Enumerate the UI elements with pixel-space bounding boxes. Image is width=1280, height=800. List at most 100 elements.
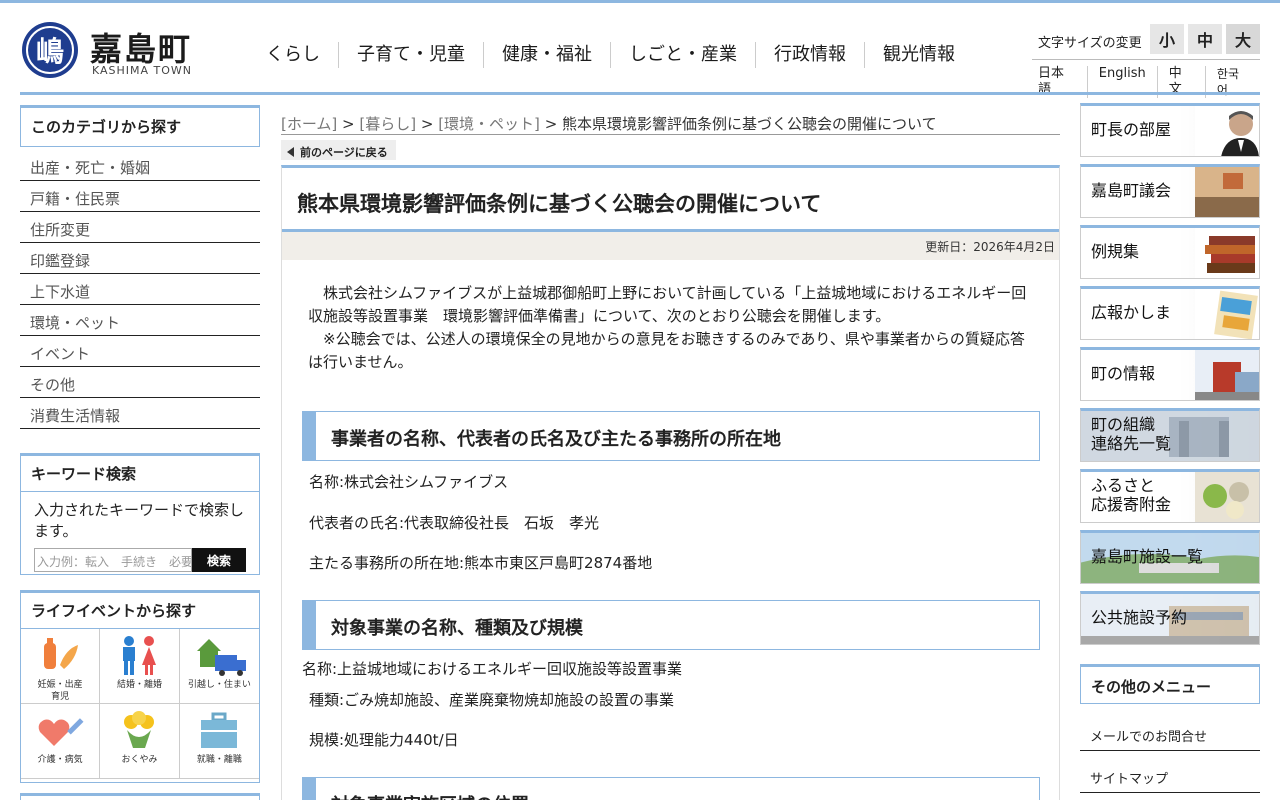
nav-kanko[interactable]: 観光情報 xyxy=(865,42,973,68)
banner-label: 嘉島町施設一覧 xyxy=(1091,547,1204,566)
category-item[interactable]: 印鑑登録 xyxy=(20,243,260,274)
life-event-care[interactable]: 介護・病気 xyxy=(21,704,101,779)
keyword-description: 入力されたキーワードで検索します。 xyxy=(21,491,259,548)
section-heading: 対象事業実施区域の位置 xyxy=(302,777,1040,800)
font-size-medium-button[interactable]: 中 xyxy=(1188,24,1222,54)
banner-organization[interactable]: 町の組織 連絡先一覧 xyxy=(1080,408,1260,462)
keyword-input[interactable]: 入力例：転入 手続き 必要なもの xyxy=(34,548,192,572)
breadcrumb-sep: > xyxy=(416,115,439,133)
business-name: 名称:株式会社シムファイブス xyxy=(309,473,509,491)
banner-regulations[interactable]: 例規集 xyxy=(1080,225,1260,279)
town-building-icon xyxy=(1195,350,1259,400)
nav-kenko[interactable]: 健康・福祉 xyxy=(484,42,611,68)
section-heading: 対象事業の名称、種類及び規模 xyxy=(302,600,1040,650)
banner-label: ふるさと 応援寄附金 xyxy=(1091,476,1172,514)
category-item[interactable]: 住所変更 xyxy=(20,212,260,243)
nav-shigoto[interactable]: しごと・産業 xyxy=(611,42,756,68)
nav-kurashi[interactable]: くらし xyxy=(248,42,339,68)
life-event-pregnancy[interactable]: 妊娠・出産 育児 xyxy=(21,629,101,704)
banner-label: 広報かしま xyxy=(1091,303,1172,322)
project-scale: 規模:処理能力440t/日 xyxy=(309,731,459,749)
banner-label: 嘉島町議会 xyxy=(1091,181,1172,200)
food-gift-icon xyxy=(1195,472,1259,522)
mayor-portrait-icon xyxy=(1195,106,1259,156)
banner-mayor[interactable]: 町長の部屋 xyxy=(1080,103,1260,157)
life-event-label: 介護・病気 xyxy=(37,755,83,765)
site-subtitle: KASHIMA TOWN xyxy=(92,64,193,77)
banner-label: 公共施設予約 xyxy=(1091,608,1188,627)
life-event-condolence[interactable]: おくやみ xyxy=(100,704,180,779)
category-item[interactable]: イベント xyxy=(20,336,260,367)
keyword-search-box: キーワード検索 入力されたキーワードで検索します。 入力例：転入 手続き 必要な… xyxy=(20,453,260,575)
category-item[interactable]: その他 xyxy=(20,367,260,398)
top-accent-bar xyxy=(0,0,1280,3)
keyword-heading: キーワード検索 xyxy=(21,456,259,491)
house-truck-icon xyxy=(195,635,247,677)
baby-bottle-icon xyxy=(36,635,84,677)
category-item[interactable]: 環境・ペット xyxy=(20,305,260,336)
life-event-employment[interactable]: 就職・離職 xyxy=(179,704,259,779)
breadcrumb-home[interactable]: [ホーム] xyxy=(281,115,337,133)
banner-council[interactable]: 嘉島町議会 xyxy=(1080,164,1260,218)
nav-gyosei[interactable]: 行政情報 xyxy=(756,42,865,68)
intro-paragraph: 株式会社シムファイブスが上益城郡御船町上野において計画している「上益城地域におけ… xyxy=(308,284,1027,325)
category-item[interactable]: 戸籍・住民票 xyxy=(20,181,260,212)
life-event-label: 結婚・離婚 xyxy=(116,680,162,690)
category-item[interactable]: 上下水道 xyxy=(20,274,260,305)
updated-date: 更新日：2026年4月2日 xyxy=(282,232,1059,260)
life-event-box: ライフイベントから探す 妊娠・出産 育児 結婚・離婚 引越し・住まい 介護・病気 xyxy=(20,590,260,783)
banner-label: 町の組織 連絡先一覧 xyxy=(1091,415,1172,453)
life-event-label: おくやみ xyxy=(121,755,158,765)
life-event-heading: ライフイベントから探す xyxy=(21,593,259,628)
keyword-form: 入力例：転入 手続き 必要なもの 検索 xyxy=(34,548,259,572)
header-divider xyxy=(20,92,1260,95)
briefcase-icon xyxy=(195,710,243,752)
council-chamber-icon xyxy=(1195,167,1259,217)
menu-sitemap[interactable]: サイトマップ xyxy=(1080,753,1260,793)
intro-note: ※公聴会では、公述人の環境保全の見地からの意見をお聴きするのみであり、県や事業者… xyxy=(308,330,1025,371)
font-size-label: 文字サイズの変更 xyxy=(1038,36,1142,51)
breadcrumb: [ホーム] > [暮らし] > [環境・ペット] > 熊本県環境影響評価条例に基… xyxy=(281,113,937,134)
category-list: 出産・死亡・婚姻 戸籍・住民票 住所変更 印鑑登録 上下水道 環境・ペット イベ… xyxy=(20,150,260,429)
category-item[interactable]: 消費生活情報 xyxy=(20,398,260,429)
category-item[interactable]: 出産・死亡・婚姻 xyxy=(20,150,260,181)
banner-facilities[interactable]: 嘉島町施設一覧 xyxy=(1080,530,1260,584)
couple-icon xyxy=(115,635,163,677)
heart-syringe-icon xyxy=(36,710,84,752)
font-size-large-button[interactable]: 大 xyxy=(1226,24,1260,54)
back-button[interactable]: 前のページに戻る xyxy=(281,140,396,160)
search-button[interactable]: 検索 xyxy=(192,548,246,572)
life-event-label: 妊娠・出産 育児 xyxy=(37,680,83,702)
menu-mail-contact[interactable]: メールでのお問合せ xyxy=(1080,711,1260,751)
books-icon xyxy=(1195,228,1259,278)
flower-icon xyxy=(115,710,163,752)
page-title: 熊本県環境影響評価条例に基づく公聴会の開催について xyxy=(282,168,1059,232)
breadcrumb-current: 熊本県環境影響評価条例に基づく公聴会の開催について xyxy=(562,115,937,133)
banner-reservation[interactable]: 公共施設予約 xyxy=(1080,591,1260,645)
article-intro: 株式会社シムファイブスが上益城郡御船町上野において計画している「上益城地域におけ… xyxy=(282,260,1059,374)
breadcrumb-sep: > xyxy=(337,115,360,133)
banner-label: 町長の部屋 xyxy=(1091,120,1172,139)
banner-label: 町の情報 xyxy=(1091,364,1156,383)
breadcrumb-divider xyxy=(281,134,1060,135)
town-logo-icon[interactable]: 嶋 xyxy=(22,22,78,78)
font-size-small-button[interactable]: 小 xyxy=(1150,24,1184,54)
category-box: このカテゴリから探す xyxy=(20,105,260,147)
banner-town-info[interactable]: 町の情報 xyxy=(1080,347,1260,401)
back-button-label: 前のページに戻る xyxy=(300,145,388,159)
banner-label: 例規集 xyxy=(1091,242,1140,261)
banner-furusato[interactable]: ふるさと 応援寄附金 xyxy=(1080,469,1260,523)
life-event-grid: 妊娠・出産 育児 結婚・離婚 引越し・住まい 介護・病気 おくやみ 就職・離職 xyxy=(21,628,259,779)
breadcrumb-living[interactable]: [暮らし] xyxy=(359,115,416,133)
magazine-icon xyxy=(1195,289,1259,339)
breadcrumb-env[interactable]: [環境・ペット] xyxy=(438,115,540,133)
banner-kouhou[interactable]: 広報かしま xyxy=(1080,286,1260,340)
life-event-moving[interactable]: 引越し・住まい xyxy=(179,629,259,704)
project-type: 種類:ごみ焼却施設、産業廃棄物焼却施設の設置の事業 xyxy=(309,691,675,709)
life-event-marriage[interactable]: 結婚・離婚 xyxy=(100,629,180,704)
nav-kosodate[interactable]: 子育て・児童 xyxy=(339,42,484,68)
project-name: 名称:上益城地域におけるエネルギー回収施設等設置事業 xyxy=(302,660,683,678)
representative: 代表者の氏名:代表取締役社長 石坂 孝光 xyxy=(309,514,600,532)
section-heading: 事業者の名称、代表者の氏名及び主たる事務所の所在地 xyxy=(302,411,1040,461)
life-event-label: 引越し・住まい xyxy=(187,680,251,690)
